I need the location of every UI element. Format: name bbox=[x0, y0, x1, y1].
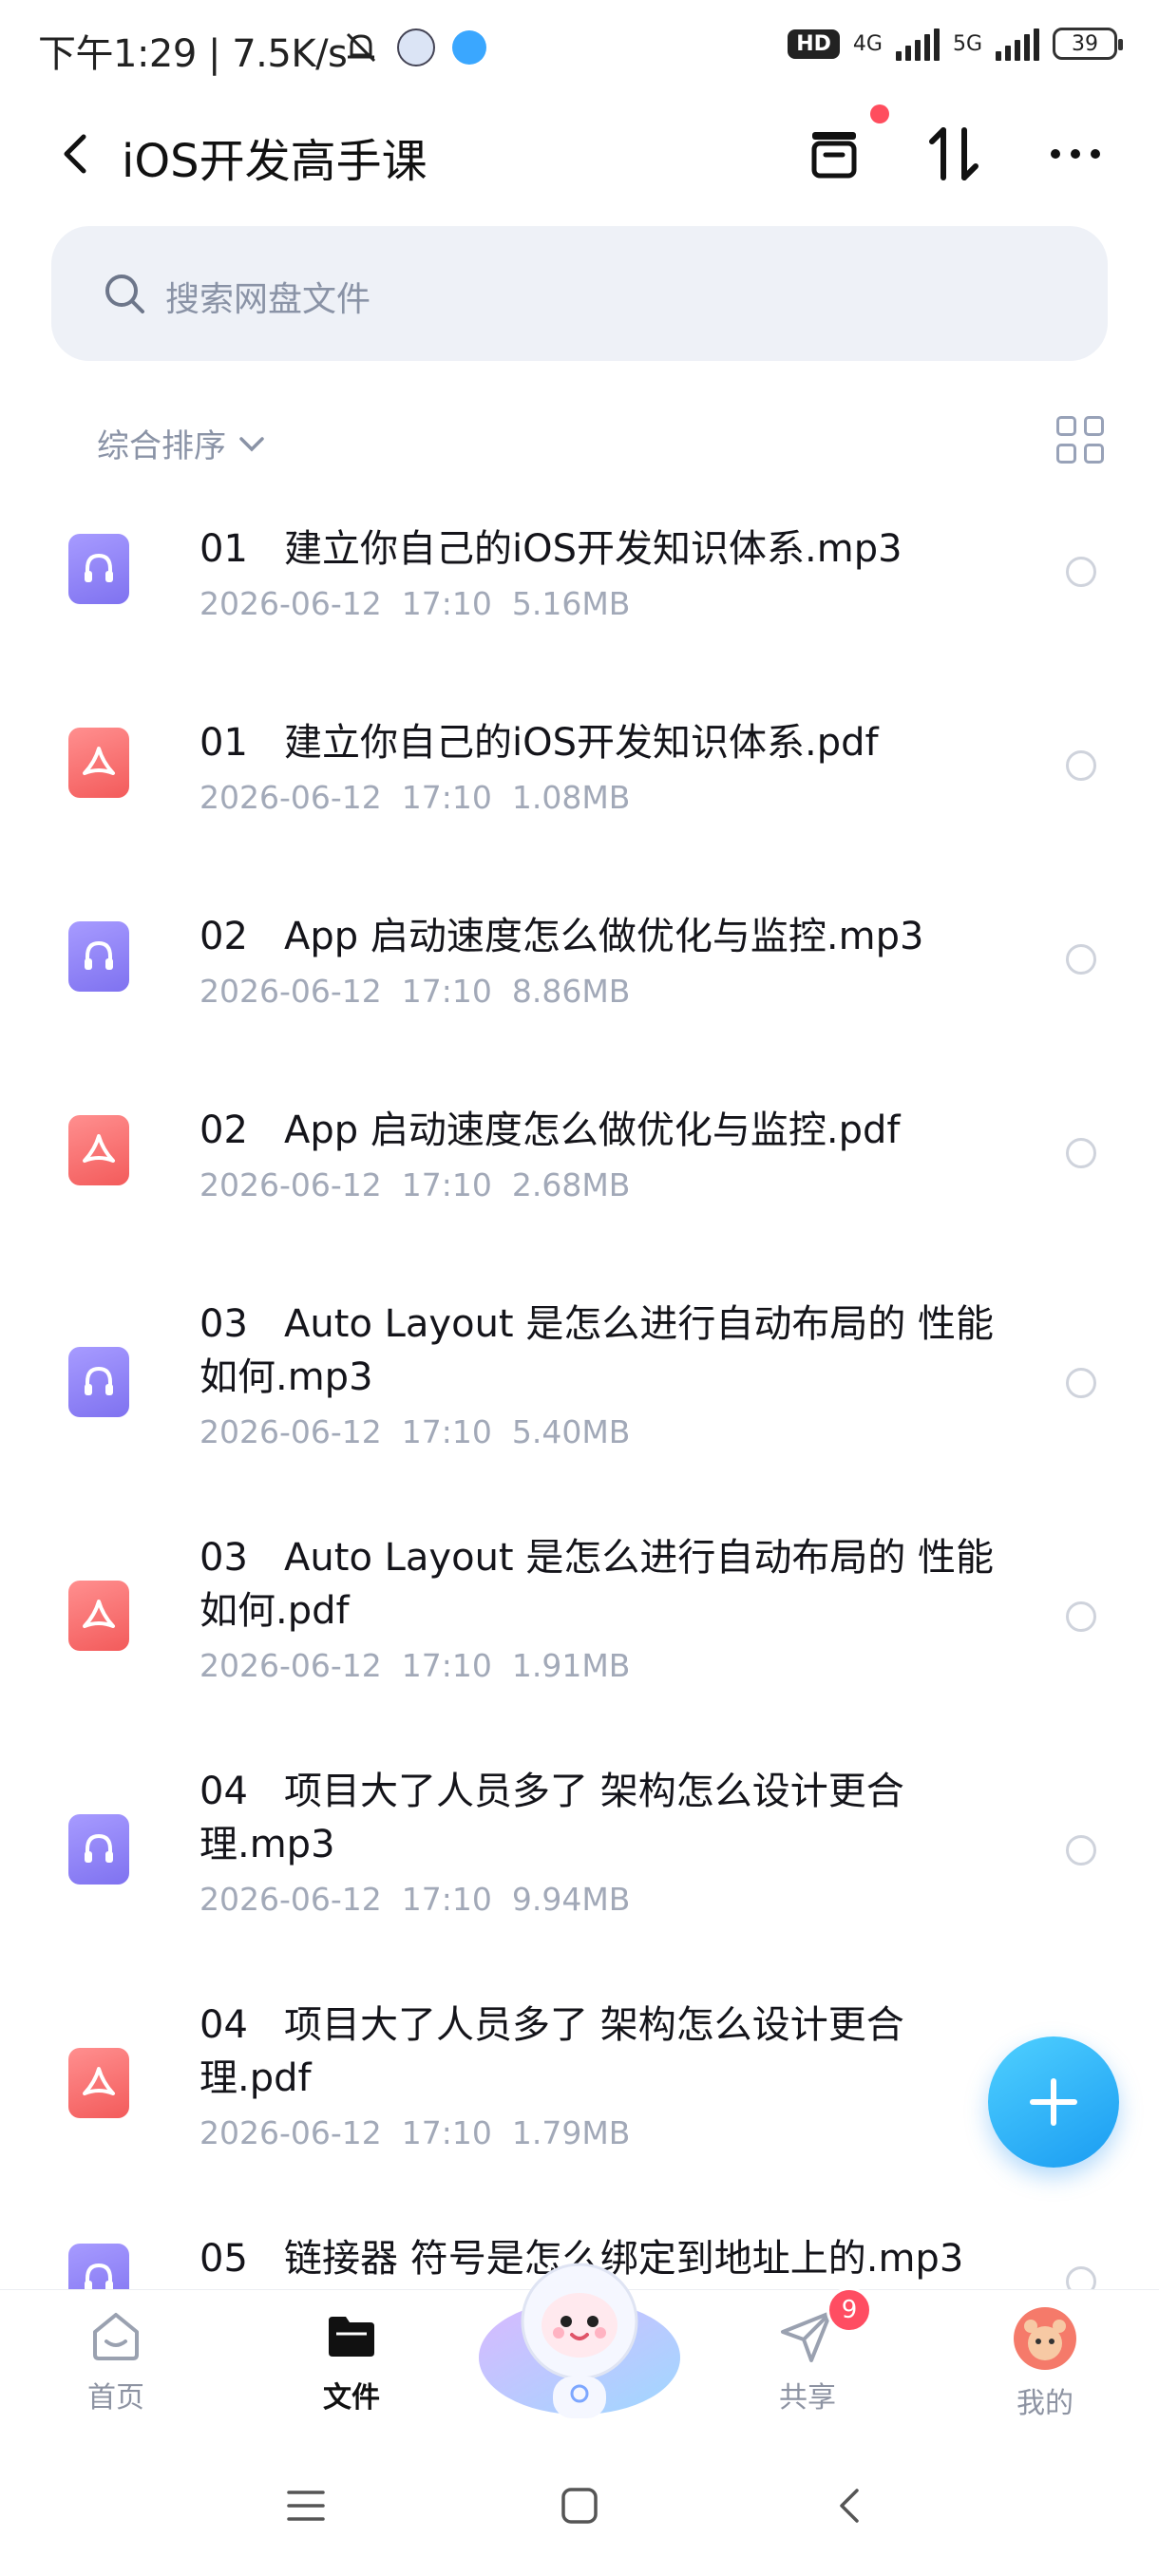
header: iOS开发高手课 bbox=[0, 104, 1159, 199]
pdf-file-icon bbox=[68, 728, 129, 798]
signal-icon bbox=[996, 27, 1039, 61]
file-meta: 2026-06-12 17:10 2.68MB bbox=[200, 1166, 631, 1203]
select-checkbox[interactable] bbox=[1066, 750, 1096, 781]
bell-muted-icon bbox=[346, 32, 376, 63]
add-button[interactable] bbox=[988, 2036, 1119, 2168]
select-checkbox[interactable] bbox=[1066, 557, 1096, 587]
file-name: 01 建立你自己的iOS开发知识体系.mp3 bbox=[200, 527, 902, 571]
menu-icon bbox=[287, 2491, 325, 2521]
file-meta: 2026-06-12 17:10 1.91MB bbox=[200, 1647, 631, 1684]
more-dots-icon bbox=[1051, 149, 1100, 159]
square-icon bbox=[561, 2488, 598, 2524]
sort-arrows-icon bbox=[929, 127, 978, 180]
nav-share-label: 共享 bbox=[779, 2381, 836, 2415]
folder-icon bbox=[329, 2317, 374, 2357]
search-input[interactable]: 搜索网盘文件 bbox=[51, 226, 1108, 361]
audio-file-icon bbox=[68, 921, 129, 992]
file-row[interactable]: 03 Auto Layout 是怎么进行自动布局的 性能如何.pdf 2026-… bbox=[0, 1493, 1159, 1727]
notification-dot bbox=[870, 104, 889, 123]
file-name: 03 Auto Layout 是怎么进行自动布局的 性能如何.mp3 bbox=[200, 1302, 995, 1399]
file-name: 02 App 启动速度怎么做优化与监控.mp3 bbox=[200, 915, 924, 958]
audio-file-icon bbox=[68, 1347, 129, 1417]
pdf-file-icon bbox=[68, 1115, 129, 1185]
select-checkbox[interactable] bbox=[1066, 944, 1096, 975]
pdf-file-icon bbox=[68, 1581, 129, 1651]
network-label: 4G bbox=[852, 31, 883, 56]
sort-label: 综合排序 bbox=[97, 427, 226, 465]
pdf-file-icon bbox=[68, 2048, 129, 2118]
system-nav-bar bbox=[0, 2424, 1159, 2576]
file-meta: 2026-06-12 17:10 5.40MB bbox=[200, 1413, 631, 1450]
file-row[interactable]: 04 项目大了人员多了 架构怎么设计更合理.pdf 2026-06-12 17:… bbox=[0, 1960, 1159, 2194]
audio-file-icon bbox=[68, 534, 129, 604]
plus-icon bbox=[1030, 2078, 1077, 2126]
select-checkbox[interactable] bbox=[1066, 1835, 1096, 1866]
home-icon bbox=[93, 2313, 139, 2360]
file-meta: 2026-06-12 17:10 9.94MB bbox=[200, 1881, 631, 1918]
page-title: iOS开发高手课 bbox=[122, 135, 428, 188]
nav-files-label: 文件 bbox=[323, 2381, 380, 2415]
file-meta: 2026-06-12 17:10 1.79MB bbox=[200, 2114, 631, 2151]
file-row[interactable]: 02 App 启动速度怎么做优化与监控.pdf 2026-06-12 17:10… bbox=[0, 1066, 1159, 1260]
grid-view-button[interactable] bbox=[1056, 416, 1104, 464]
file-name: 02 App 启动速度怎么做优化与监控.pdf bbox=[200, 1108, 901, 1152]
chevron-left-icon bbox=[840, 2489, 859, 2523]
avatar bbox=[1014, 2307, 1076, 2370]
recent-apps-button[interactable] bbox=[277, 2477, 334, 2534]
select-checkbox[interactable] bbox=[1066, 1368, 1096, 1398]
file-name: 03 Auto Layout 是怎么进行自动布局的 性能如何.pdf bbox=[200, 1536, 995, 1633]
nav-home[interactable]: 首页 bbox=[49, 2305, 182, 2415]
file-row[interactable]: 02 App 启动速度怎么做优化与监控.mp3 2026-06-12 17:10… bbox=[0, 872, 1159, 1066]
app-notification-icon bbox=[452, 30, 486, 65]
hd-icon: HD bbox=[788, 28, 840, 59]
share-badge: 9 bbox=[826, 2287, 872, 2333]
battery-icon: 39 bbox=[1053, 28, 1123, 60]
signal-icon bbox=[895, 27, 940, 61]
file-meta: 2026-06-12 17:10 1.08MB bbox=[200, 779, 631, 816]
file-meta: 2026-06-12 17:10 5.16MB bbox=[200, 585, 631, 622]
home-button[interactable] bbox=[551, 2477, 608, 2534]
select-checkbox[interactable] bbox=[1066, 1138, 1096, 1168]
mascot-button[interactable] bbox=[475, 2234, 684, 2424]
file-name: 04 项目大了人员多了 架构怎么设计更合理.mp3 bbox=[200, 1770, 904, 1866]
status-time: 下午1:29 | 7.5K/s bbox=[38, 32, 348, 76]
status-right: HD 4G 5G 39 bbox=[788, 27, 1123, 61]
nav-me-label: 我的 bbox=[1016, 2387, 1074, 2420]
search-placeholder: 搜索网盘文件 bbox=[165, 280, 371, 319]
network-label: 5G bbox=[952, 31, 982, 56]
audio-file-icon bbox=[68, 1814, 129, 1885]
nav-me[interactable]: 我的 bbox=[978, 2305, 1112, 2421]
archive-box-icon bbox=[811, 132, 857, 179]
system-back-button[interactable] bbox=[823, 2477, 880, 2534]
grid-icon bbox=[1056, 416, 1076, 436]
nav-home-label: 首页 bbox=[87, 2381, 144, 2415]
notification-icons bbox=[342, 28, 486, 66]
chevron-down-icon bbox=[239, 436, 264, 451]
file-row[interactable]: 03 Auto Layout 是怎么进行自动布局的 性能如何.mp3 2026-… bbox=[0, 1260, 1159, 1493]
file-name: 01 建立你自己的iOS开发知识体系.pdf bbox=[200, 721, 879, 765]
chevron-left-icon bbox=[64, 134, 86, 174]
file-name: 04 项目大了人员多了 架构怎么设计更合理.pdf bbox=[200, 2003, 904, 2100]
search-icon bbox=[105, 275, 144, 313]
file-row[interactable]: 04 项目大了人员多了 架构怎么设计更合理.mp3 2026-06-12 17:… bbox=[0, 1727, 1159, 1960]
file-row[interactable]: 01 建立你自己的iOS开发知识体系.mp3 2026-06-12 17:10 … bbox=[0, 484, 1159, 678]
mascot-icon bbox=[479, 2263, 680, 2418]
sort-button[interactable] bbox=[918, 118, 990, 190]
status-bar: 下午1:29 | 7.5K/s HD 4G 5G 39 bbox=[0, 0, 1159, 95]
more-button[interactable] bbox=[1039, 118, 1112, 190]
app-notification-icon bbox=[397, 28, 435, 66]
select-checkbox[interactable] bbox=[1066, 1601, 1096, 1632]
file-row[interactable]: 01 建立你自己的iOS开发知识体系.pdf 2026-06-12 17:10 … bbox=[0, 678, 1159, 872]
file-meta: 2026-06-12 17:10 8.86MB bbox=[200, 973, 631, 1010]
back-button[interactable] bbox=[48, 125, 104, 182]
nav-files[interactable]: 文件 bbox=[285, 2305, 418, 2415]
sort-dropdown[interactable]: 综合排序 bbox=[97, 420, 268, 466]
transfer-list-button[interactable] bbox=[798, 118, 870, 190]
